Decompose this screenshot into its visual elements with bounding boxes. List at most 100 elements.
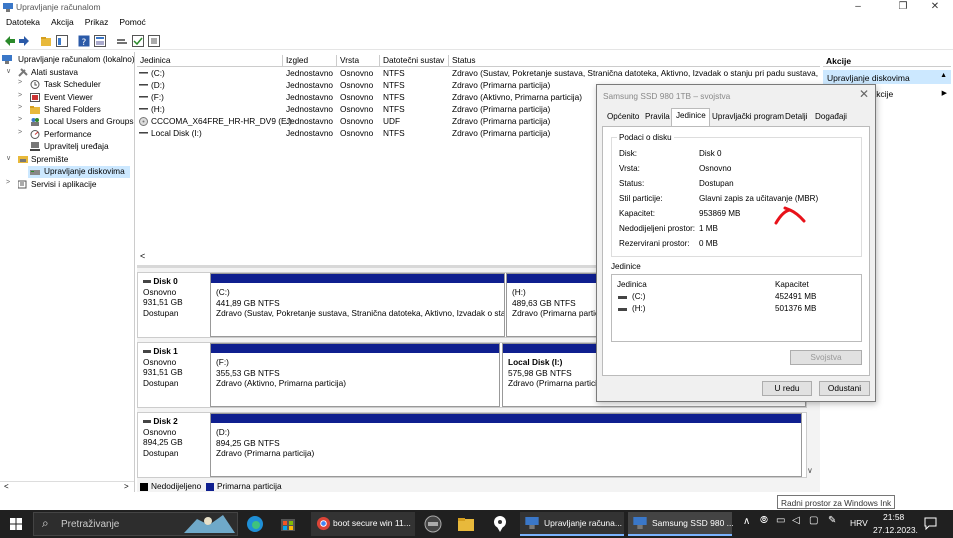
tray-time[interactable]: 21:58 xyxy=(883,512,904,522)
menu-help[interactable]: Pomoć xyxy=(113,15,150,27)
tab-details[interactable]: Detalji xyxy=(781,110,811,125)
column-header-volume[interactable]: Jedinica xyxy=(137,55,283,67)
disk-info: Disk 1 Osnovno 931,51 GB Dostupan xyxy=(143,346,207,388)
taskbar-search[interactable]: ⌕ Pretraživanje xyxy=(33,512,238,536)
menu-file[interactable]: Datoteka xyxy=(0,15,45,27)
close-button[interactable]: ✕ xyxy=(920,0,950,15)
scroll-down-icon[interactable]: ∨ xyxy=(807,466,813,475)
ok-button[interactable]: U redu xyxy=(762,381,812,396)
taskbar: ⌕ Pretraživanje boot secure win 11... Up… xyxy=(0,510,953,538)
list-view-icon[interactable] xyxy=(148,35,160,47)
edge-browser-icon[interactable] xyxy=(246,515,264,533)
partition-f[interactable]: (F:) 355,53 GB NTFS Zdravo (Aktivno, Pri… xyxy=(210,343,500,407)
column-header-filesystem[interactable]: Datotečni sustav xyxy=(380,55,449,67)
actions-section[interactable]: Upravljanje diskovima ▲ xyxy=(823,70,951,84)
collapse-up-icon[interactable]: ▲ xyxy=(940,72,947,79)
show-hide-tree-icon[interactable] xyxy=(56,35,68,47)
volumes-label: Jedinice xyxy=(611,262,641,271)
taskbar-item-computer-management[interactable]: Upravljanje računa... xyxy=(520,512,624,536)
info-value: Dostupan xyxy=(699,179,734,188)
partition-c[interactable]: (C:) 441,89 GB NTFS Zdravo (Sustav, Pokr… xyxy=(210,273,505,337)
cell-volume: CCCOMA_X64FRE_HR-HR_DV9 (E:) xyxy=(151,116,292,126)
tree-horizontal-scrollbar[interactable]: < > xyxy=(0,481,134,491)
dialog-close-icon[interactable]: ✕ xyxy=(859,87,869,101)
back-arrow-icon[interactable] xyxy=(4,35,16,47)
disk-size: 894,25 GB xyxy=(143,437,183,447)
properties-view-icon[interactable] xyxy=(94,35,106,47)
title-bar: Upravljanje računalom – ❐ ✕ xyxy=(0,0,953,15)
cancel-button[interactable]: Odustani xyxy=(819,381,870,396)
tab-volumes[interactable]: Jedinice xyxy=(671,108,710,126)
taskbar-item-samsung-properties[interactable]: Samsung SSD 980 ... xyxy=(628,512,734,536)
disk-row-2[interactable]: Disk 2 Osnovno 894,25 GB Dostupan (D:) 8… xyxy=(137,412,807,478)
disk-type: Osnovno xyxy=(143,426,177,437)
tab-general[interactable]: Općenito xyxy=(603,110,642,125)
chevron-right-icon[interactable]: > xyxy=(18,92,26,99)
volume-icon xyxy=(139,132,148,134)
disk-type: Osnovno xyxy=(143,356,177,367)
file-explorer-icon[interactable] xyxy=(457,515,475,533)
notification-icon[interactable] xyxy=(924,517,937,530)
info-label: Vrsta: xyxy=(619,164,640,173)
windows-start-icon[interactable] xyxy=(10,518,22,530)
cell-layout: Jednostavno xyxy=(286,116,334,126)
chevron-right-icon[interactable]: > xyxy=(18,129,26,136)
scroll-left-icon[interactable]: < xyxy=(4,482,9,491)
tree-item-disk-management[interactable]: Upravljanje diskovima xyxy=(28,166,130,178)
scroll-left-icon[interactable]: < xyxy=(140,251,145,261)
tab-policies[interactable]: Pravila xyxy=(641,110,673,125)
column-header-status[interactable]: Status xyxy=(449,55,820,67)
partition-title: (C:) xyxy=(216,287,230,297)
maps-icon[interactable] xyxy=(491,515,509,533)
check-disk-icon[interactable] xyxy=(132,35,144,47)
chevron-down-icon[interactable]: ∨ xyxy=(6,67,14,75)
column-header-type[interactable]: Vrsta xyxy=(337,55,380,67)
unallocated-swatch xyxy=(140,482,148,491)
volume-icon xyxy=(139,96,148,98)
chevron-right-icon[interactable]: > xyxy=(18,116,26,123)
chevron-right-icon[interactable]: > xyxy=(6,179,14,186)
menu-action[interactable]: Akcija xyxy=(45,15,79,27)
scroll-right-icon[interactable]: > xyxy=(124,482,129,491)
cell-layout: Jednostavno xyxy=(286,92,334,102)
menu-view[interactable]: Prikaz xyxy=(79,15,114,27)
tray-chevron-up-icon[interactable]: ∧ xyxy=(743,516,750,527)
chevron-right-icon[interactable]: > xyxy=(18,104,26,111)
table-row[interactable]: (C:) Jednostavno Osnovno NTFS Zdravo (Su… xyxy=(137,68,820,80)
help-icon[interactable]: ? xyxy=(78,35,90,47)
chevron-down-icon[interactable]: ∨ xyxy=(6,154,14,162)
tab-driver[interactable]: Upravljački program xyxy=(708,110,787,125)
tab-events[interactable]: Događaji xyxy=(811,110,850,125)
store-icon[interactable] xyxy=(279,515,297,533)
tray-battery-icon[interactable]: ▭ xyxy=(776,515,785,526)
partition-status: Zdravo (Aktivno, Primarna particija) xyxy=(216,378,347,388)
app-circle-icon[interactable] xyxy=(424,515,442,533)
taskbar-item-chrome[interactable]: boot secure win 11... xyxy=(311,512,415,536)
tray-language[interactable]: HRV xyxy=(850,518,868,528)
up-folder-icon[interactable] xyxy=(40,35,52,47)
window-title: Upravljanje računalom xyxy=(16,2,101,12)
volumes-list[interactable]: Jedinica Kapacitet (C:) 452491 MB (H:) 5… xyxy=(611,274,862,342)
column-header-layout[interactable]: Izgled xyxy=(283,55,337,67)
cell-status: Zdravo (Sustav, Pokretanje sustava, Stra… xyxy=(452,68,818,78)
forward-arrow-icon[interactable] xyxy=(18,35,30,47)
volume-properties-button[interactable]: Svojstva xyxy=(790,350,862,365)
tray-date[interactable]: 27.12.2023. xyxy=(873,525,918,535)
tray-network-icon[interactable]: ⦾ xyxy=(760,515,768,526)
minimize-button[interactable]: – xyxy=(843,0,873,15)
maximize-button[interactable]: ❐ xyxy=(888,0,918,15)
cell-layout: Jednostavno xyxy=(286,104,334,114)
tray-monitor-icon[interactable]: ▢ xyxy=(809,515,818,526)
cell-status: Zdravo (Primarna particija) xyxy=(452,104,551,114)
clock-icon xyxy=(30,80,40,89)
partition-d[interactable]: (D:) 894,25 GB NTFS Zdravo (Primarna par… xyxy=(210,413,802,477)
tray-volume-icon[interactable]: ◁ xyxy=(792,515,800,526)
cell-volume: (C:) xyxy=(151,68,165,78)
cell-type: Osnovno xyxy=(340,116,374,126)
legend: Nedodijeljeno Primarna particija xyxy=(137,479,820,492)
primary-swatch xyxy=(206,482,214,491)
chevron-right-icon[interactable]: > xyxy=(18,79,26,86)
connect-icon[interactable] xyxy=(116,35,128,47)
computer-management-icon xyxy=(633,517,647,529)
tray-pen-icon[interactable]: ✎ xyxy=(828,515,836,526)
